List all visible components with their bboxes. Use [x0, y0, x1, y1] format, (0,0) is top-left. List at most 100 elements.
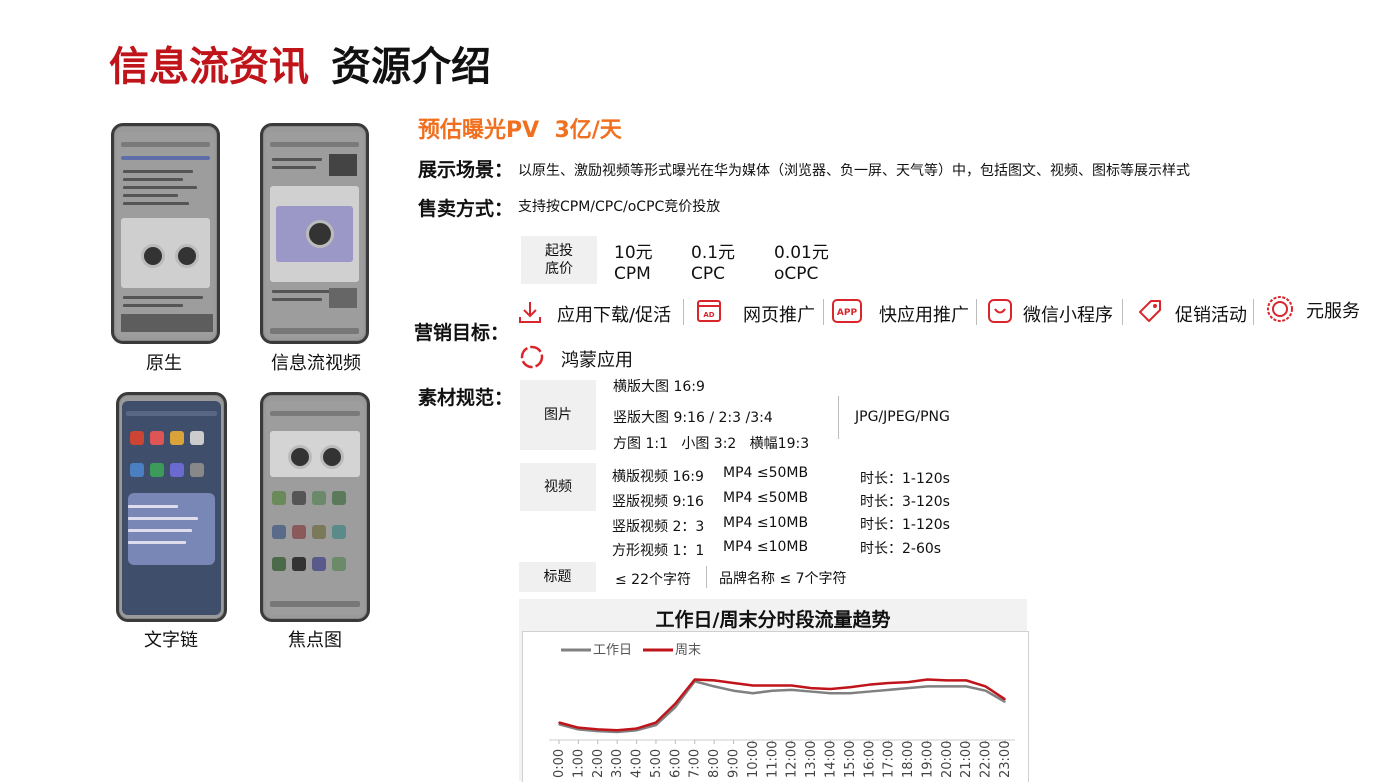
floor-price-cpm-unit: CPM: [614, 264, 651, 284]
x-tick-label: 14:00: [823, 741, 838, 778]
video-spec-duration: 时长：2-60s: [860, 541, 942, 557]
floor-price-label: 起投 底价: [521, 236, 597, 284]
video-spec-name: 方形视频 1：1: [612, 543, 705, 559]
chart-svg: 0:00 1:00 2:00 3:00 4:00 5:00 6:00 7:00 8:00 9:00…: [549, 643, 1015, 778]
phone-label-focus-image: 焦点图: [288, 630, 342, 651]
marketing-item-promotion: 促销活动: [1175, 305, 1247, 326]
data-point: [810, 690, 812, 693]
data-point: [655, 724, 657, 726]
data-point: [635, 727, 638, 730]
data-point: [790, 684, 793, 687]
data-point: [713, 685, 715, 688]
scene-text: 以原生、激励视频等形式曝光在华为媒体（浏览器、负一屏、天气等）中，包括图文、视频…: [518, 163, 1190, 179]
data-point: [946, 679, 948, 682]
image-spec-row: 方图 1:1 小图 3:2 横幅19:3: [613, 436, 810, 452]
phone-mockup-native: [111, 123, 220, 344]
legend-label: 工作日: [593, 643, 632, 658]
heading-limit: ≤ 22个字符: [615, 572, 691, 588]
video-spec-size: MP4 ≤10MB: [723, 539, 809, 555]
download-icon: [519, 302, 541, 323]
data-point: [868, 690, 871, 693]
data-point: [577, 726, 580, 729]
image-format: JPG/JPEG/PNG: [855, 409, 950, 425]
app-icon: APP: [832, 299, 862, 323]
material-video-label: 视频: [520, 463, 596, 511]
x-tick-label: 10:00: [746, 741, 761, 778]
x-tick-label: 11:00: [765, 741, 780, 778]
data-point: [596, 728, 599, 731]
data-point: [732, 689, 735, 692]
marketing-item-webpage: 网页推广: [743, 305, 815, 326]
x-tick-label: 20:00: [940, 741, 955, 778]
data-point: [790, 689, 793, 691]
floor-price-cpm-value: 10元: [614, 243, 653, 263]
image-spec-row: 横版大图 16:9: [613, 379, 705, 395]
marketing-item-download: 应用下载/促活: [557, 305, 672, 326]
web-ad-icon: AD: [697, 300, 721, 322]
service-ring-icon: [1267, 296, 1293, 322]
data-point: [849, 686, 851, 689]
data-point: [810, 687, 812, 689]
data-point: [693, 678, 696, 681]
image-spec-row: 竖版大图 9:16 / 2:3 /3:4: [613, 410, 773, 426]
title-highlight: 信息流资讯: [109, 44, 309, 90]
phone-mockup-focus-image: [260, 392, 370, 622]
data-point: [829, 692, 832, 695]
exposure-headline: 预估曝光PV 3亿/天: [418, 118, 622, 143]
marketing-item-quick-app: 快应用推广: [879, 305, 969, 326]
x-tick-label: 19:00: [920, 741, 935, 778]
sale-label: 售卖方式：: [418, 198, 514, 220]
data-point: [771, 684, 774, 687]
tag-icon: [1139, 300, 1161, 322]
video-spec-name: 横版视频 16:9: [612, 469, 704, 485]
x-tick-label: 1:00: [571, 749, 586, 778]
data-point: [984, 685, 987, 688]
x-tick-label: 21:00: [959, 741, 974, 778]
x-tick-label: 4:00: [630, 749, 645, 778]
floor-price-cpc-unit: CPC: [691, 264, 725, 284]
marketing-item-atomic-service: 元服务: [1306, 301, 1360, 322]
video-spec-duration: 时长：3-120s: [860, 494, 950, 510]
mini-program-icon: [988, 299, 1012, 323]
data-point: [849, 692, 851, 695]
video-spec-name: 竖版视频 9:16: [612, 494, 704, 510]
video-spec-size: MP4 ≤10MB: [723, 515, 809, 531]
marketing-item-harmony-app: 鸿蒙应用: [561, 350, 633, 371]
marketing-label: 营销目标：: [414, 322, 510, 344]
data-point: [674, 706, 677, 708]
x-tick-label: 15:00: [843, 741, 858, 778]
data-point: [1004, 701, 1006, 703]
phone-mockup-text-link: [116, 392, 227, 622]
svg-text:AD: AD: [703, 311, 714, 319]
chart-title: 工作日/周末分时段流量趋势: [655, 609, 891, 631]
data-point: [732, 682, 735, 684]
video-spec-duration: 时长：1-120s: [860, 517, 950, 533]
traffic-chart: 工作日/周末分时段流量趋势 0:00 1:00 2:00 3:00 4:00 5:00 6:…: [519, 599, 1029, 782]
data-point: [674, 702, 677, 705]
x-tick-label: 3:00: [610, 749, 625, 778]
data-point: [984, 689, 987, 692]
x-tick-label: 8:00: [707, 749, 722, 778]
data-point: [771, 689, 774, 692]
x-tick-label: 18:00: [901, 741, 916, 778]
x-tick-label: 16:00: [862, 741, 877, 778]
data-point: [868, 683, 871, 686]
material-image-label: 图片: [520, 380, 596, 450]
x-tick-label: 22:00: [979, 741, 994, 778]
data-point: [713, 679, 715, 682]
x-tick-label: 7:00: [688, 749, 703, 778]
data-point: [907, 681, 909, 683]
data-point: [1004, 698, 1006, 701]
x-tick-label: 13:00: [804, 741, 819, 778]
x-tick-label: 9:00: [727, 749, 742, 778]
legend-label: 周末: [675, 643, 701, 658]
data-point: [752, 684, 754, 687]
data-point: [887, 682, 890, 684]
svg-text:APP: APP: [837, 308, 858, 318]
heading-brand-limit: 品牌名称 ≤ 7个字符: [719, 571, 847, 587]
x-tick-label: 17:00: [882, 741, 897, 778]
data-point: [752, 692, 754, 695]
floor-price-cpc-value: 0.1元: [691, 243, 736, 263]
scene-label: 展示场景：: [418, 159, 514, 181]
x-tick-label: 2:00: [591, 749, 606, 778]
